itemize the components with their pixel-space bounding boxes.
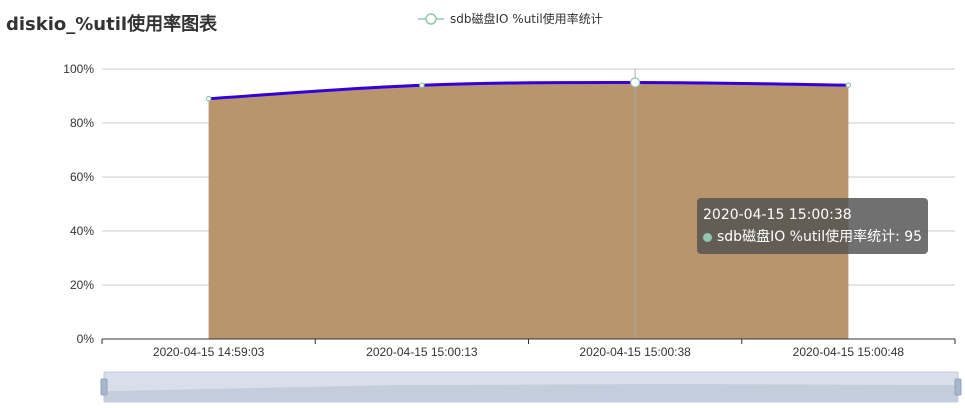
tooltip-dot-icon bbox=[703, 232, 712, 242]
data-point[interactable] bbox=[419, 82, 425, 89]
x-tick-label: 2020-04-15 14:59:03 bbox=[153, 345, 265, 359]
tooltip-value: sdb磁盘IO %util使用率统计: 95 bbox=[717, 229, 923, 245]
y-tick-label: 0% bbox=[77, 332, 95, 346]
zoom-slider-selection[interactable] bbox=[104, 372, 958, 402]
x-tick-label: 2020-04-15 15:00:48 bbox=[793, 345, 905, 359]
y-tick-label: 80% bbox=[70, 116, 94, 130]
zoom-handle-right[interactable] bbox=[954, 378, 962, 396]
y-tick-label: 100% bbox=[63, 62, 94, 76]
tooltip-title: 2020-04-15 15:00:38 bbox=[703, 207, 852, 223]
data-point[interactable] bbox=[845, 82, 852, 89]
zoom-handle-left[interactable] bbox=[100, 378, 108, 396]
data-point[interactable] bbox=[630, 77, 641, 88]
y-tick-label: 20% bbox=[70, 278, 94, 292]
y-tick-label: 40% bbox=[70, 224, 94, 238]
y-tick-label: 60% bbox=[70, 170, 94, 184]
x-tick-label: 2020-04-15 15:00:13 bbox=[366, 345, 478, 359]
x-tick-label: 2020-04-15 15:00:38 bbox=[579, 345, 691, 359]
data-point[interactable] bbox=[205, 95, 212, 102]
tooltip: 2020-04-15 15:00:38 sdb磁盘IO %util使用率统计: … bbox=[697, 198, 929, 254]
